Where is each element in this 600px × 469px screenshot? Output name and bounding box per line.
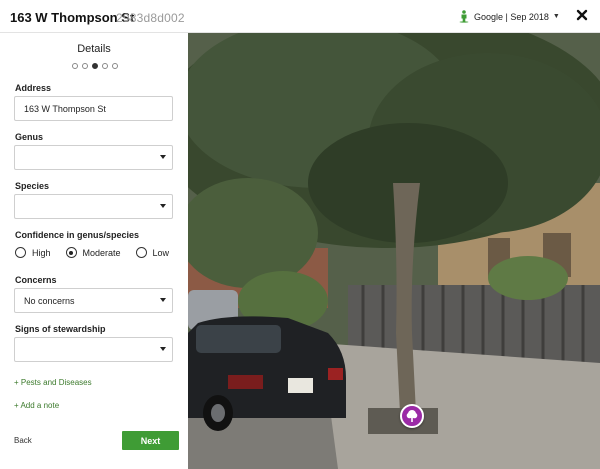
street-scene: [188, 33, 600, 469]
step-dot[interactable]: [102, 63, 108, 69]
close-icon[interactable]: [575, 8, 589, 22]
back-button[interactable]: Back: [14, 436, 32, 445]
radio-button[interactable]: [15, 247, 26, 258]
confidence-option-label: Low: [152, 247, 170, 258]
top-bar: 163 W Thompson St 2983d8d002 Google | Se…: [0, 0, 600, 33]
genus-label: Genus: [15, 132, 44, 142]
step-dot-active[interactable]: [92, 63, 98, 69]
panel-title: Details: [77, 43, 111, 55]
imagery-source-label: Google | Sep 2018: [474, 11, 549, 22]
confidence-radio-group: High Moderate Low: [15, 247, 184, 258]
confidence-option-high[interactable]: High: [15, 247, 51, 258]
genus-select[interactable]: [14, 145, 173, 170]
concerns-label: Concerns: [15, 275, 57, 285]
dropdown-caret-icon: [160, 298, 166, 302]
details-panel: Details Address 163 W Thompson St Genus …: [0, 33, 188, 469]
radio-button-selected[interactable]: [65, 247, 77, 258]
address-label: Address: [15, 83, 52, 93]
dropdown-caret-icon: [160, 347, 166, 351]
confidence-option-label: High: [32, 247, 51, 258]
street-view-image[interactable]: [188, 33, 600, 469]
concerns-value: No concerns: [24, 295, 75, 306]
species-label: Species: [15, 181, 50, 191]
add-note-link[interactable]: + Add a note: [14, 401, 59, 410]
confidence-option-label: Moderate: [82, 247, 121, 258]
record-id: 2983d8d002: [116, 11, 185, 25]
tree-icon: [406, 410, 418, 422]
chevron-down-icon: ▼: [552, 13, 560, 20]
confidence-option-low[interactable]: Low: [135, 247, 170, 258]
dropdown-caret-icon: [160, 204, 166, 208]
imagery-source-dropdown[interactable]: Google | Sep 2018 ▼: [459, 10, 560, 23]
stewardship-select[interactable]: [14, 337, 173, 362]
concerns-select[interactable]: No concerns: [14, 288, 173, 313]
step-dot[interactable]: [112, 63, 118, 69]
species-select[interactable]: [14, 194, 173, 219]
stewardship-label: Signs of stewardship: [15, 324, 106, 334]
pests-diseases-link[interactable]: + Pests and Diseases: [14, 378, 92, 387]
confidence-option-moderate[interactable]: Moderate: [65, 247, 121, 258]
street-view-person-icon: [459, 10, 469, 23]
radio-button[interactable]: [135, 247, 147, 258]
tree-location-marker[interactable]: [400, 404, 424, 428]
dropdown-caret-icon: [160, 155, 166, 159]
address-value: 163 W Thompson St: [24, 103, 106, 114]
step-dot[interactable]: [72, 63, 78, 69]
address-field[interactable]: 163 W Thompson St: [14, 96, 173, 121]
step-indicator: [72, 63, 118, 69]
next-button[interactable]: Next: [122, 431, 179, 450]
step-dot[interactable]: [82, 63, 88, 69]
confidence-label: Confidence in genus/species: [15, 230, 140, 240]
